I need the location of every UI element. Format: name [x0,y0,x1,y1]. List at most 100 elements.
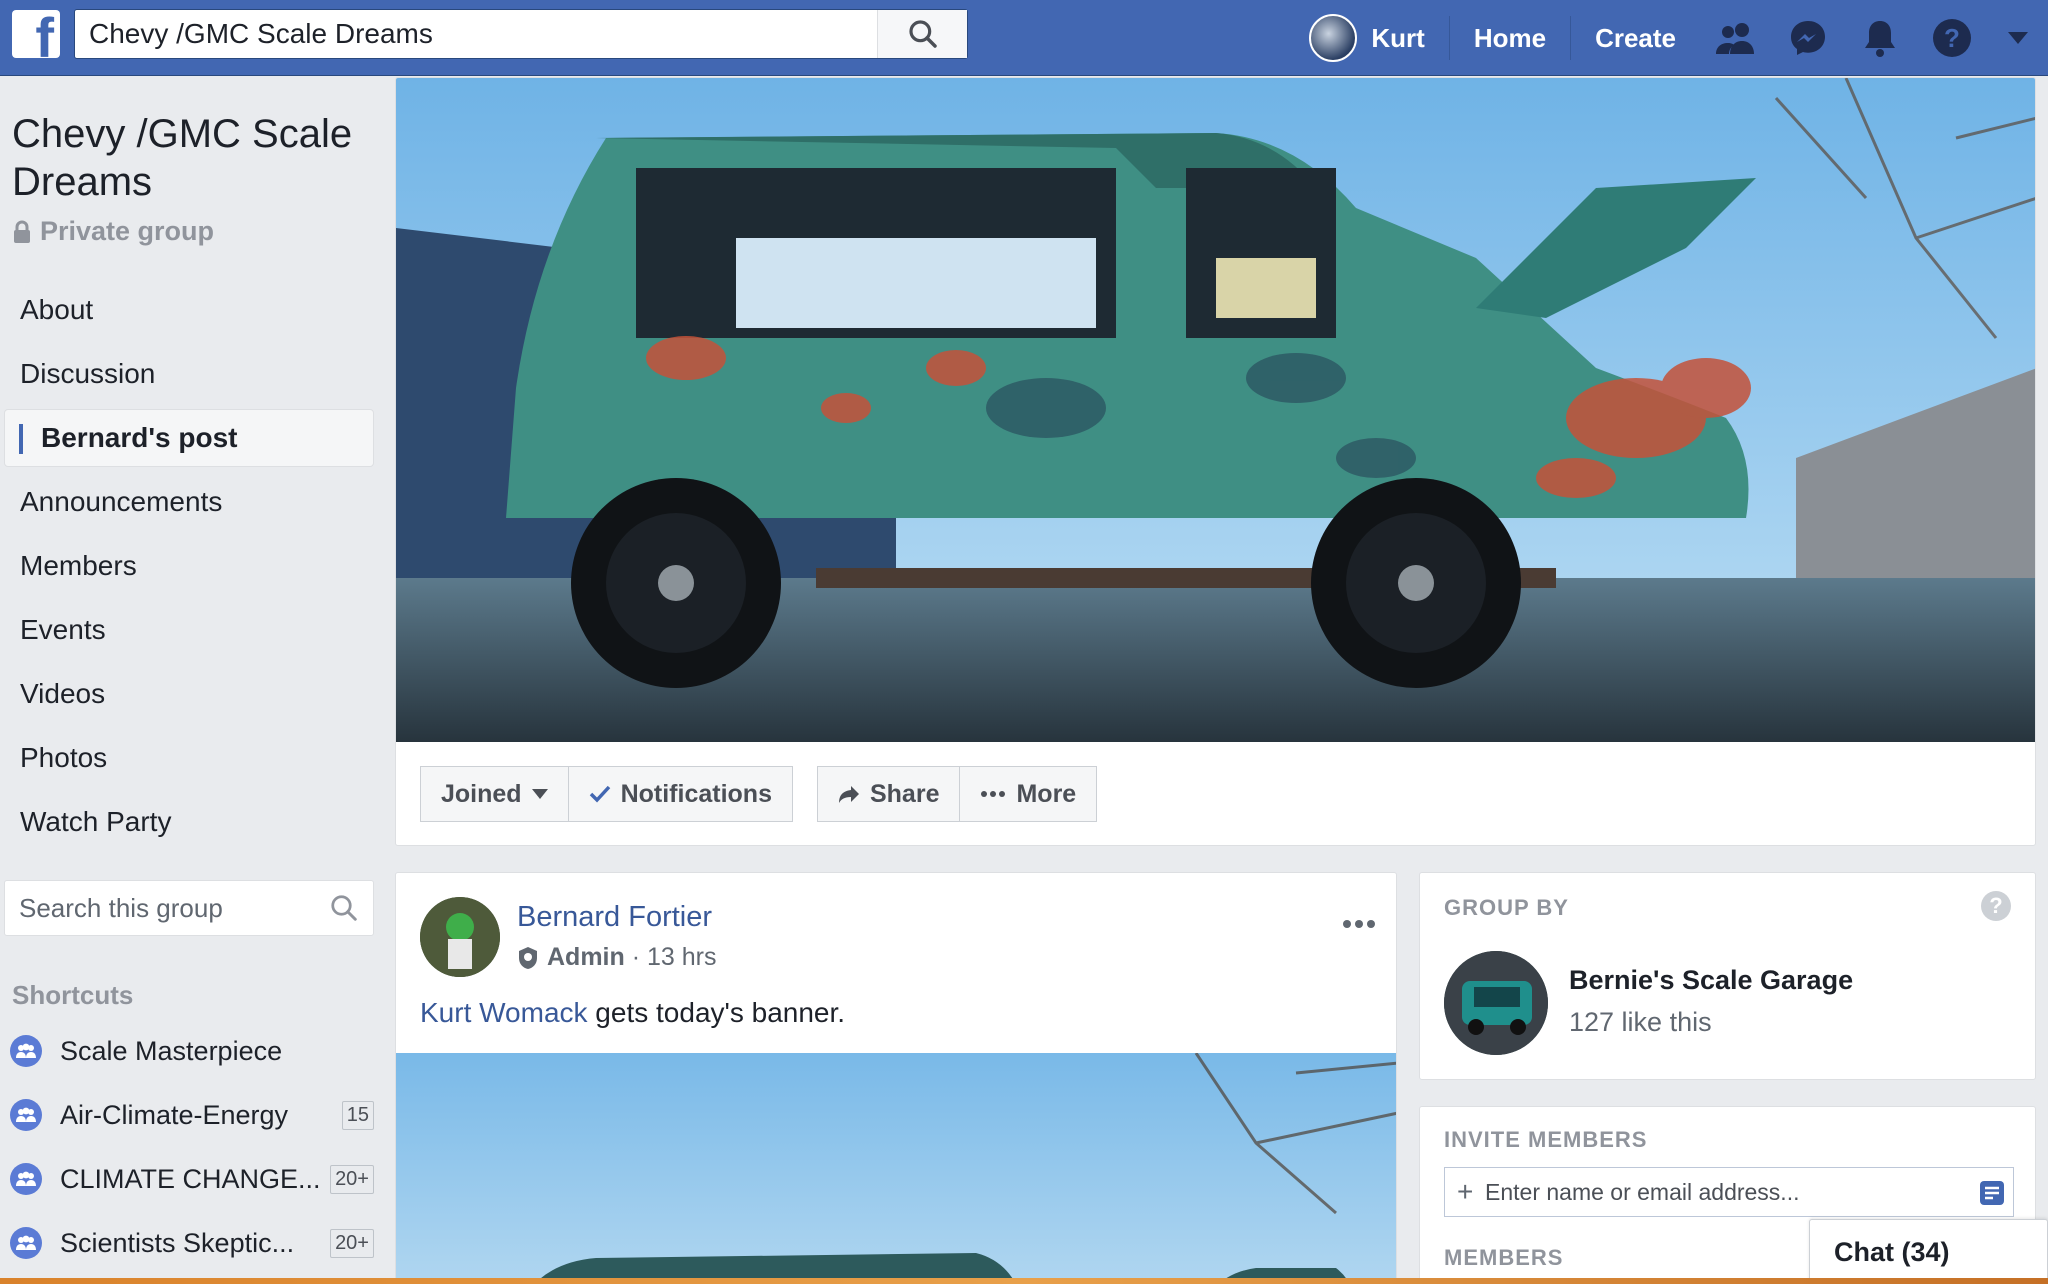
joined-button[interactable]: Joined [420,766,569,822]
share-button[interactable]: Share [816,766,961,822]
user-avatar [1309,14,1358,62]
invite-members-heading: INVITE MEMBERS [1444,1127,1648,1152]
page-likes-count: 127 like this [1569,1007,1712,1037]
group-privacy: Private group [12,216,214,247]
post-meta: Admin · 13 hrs [517,943,716,972]
global-search-box[interactable] [74,9,968,59]
group-actions-bar: Joined Notifications Share More [420,766,1121,822]
shortcut-name: Air-Climate-Energy [60,1099,289,1130]
user-name: Kurt [1371,22,1425,53]
shortcut-item[interactable]: Scientists Skeptic... 20+ [10,1218,374,1268]
cover-photo[interactable] [396,78,2035,742]
check-icon [589,785,610,803]
invite-members-input[interactable] [1485,1168,1965,1216]
shortcut-name: Scientists Skeptic... [60,1227,295,1258]
lock-icon [14,220,30,243]
group-title[interactable]: Chevy /GMC Scale Dreams [12,110,372,206]
share-arrow-icon [838,786,859,803]
create-link[interactable]: Create [1571,16,1700,60]
profile-link[interactable]: Kurt [1299,14,1450,62]
group-icon [10,1035,42,1067]
shortcut-name: CLIMATE CHANGE... [60,1163,321,1194]
sidebar-item-photos[interactable]: Photos [4,729,374,787]
sidebar-item-label: Members [20,550,137,581]
account-menu-button[interactable] [1988,0,2048,76]
sidebar-item-label: Discussion [20,358,156,389]
shortcut-count-badge: 20+ [330,1164,374,1194]
post-card: Bernard Fortier Admin · 13 hrs Kurt Woma… [395,872,1397,1284]
post-timestamp[interactable]: 13 hrs [647,943,716,972]
shortcut-item[interactable]: Air-Climate-Energy 15 [10,1090,374,1140]
sidebar-item-label: Photos [20,742,108,773]
page-avatar[interactable] [1444,951,1548,1055]
shortcut-item[interactable]: Scale Masterpiece [10,1026,374,1076]
joined-label: Joined [441,779,522,808]
members-heading: MEMBERS [1444,1245,1564,1270]
search-button[interactable] [877,10,967,58]
global-search-input[interactable] [75,10,875,58]
sidebar-item-label: About [20,294,94,325]
friend-requests-button[interactable] [1700,0,1772,76]
messenger-icon [1791,21,1825,55]
page-name-link[interactable]: Bernie's Scale Garage [1569,965,1853,996]
sidebar-item-about[interactable]: About [4,281,374,339]
shortcut-name: Scale Masterpiece [60,1035,283,1066]
window-bottom-edge [0,1278,2048,1284]
meta-separator: · [624,943,647,971]
membership-button-group: Joined Notifications [420,766,793,822]
help-icon[interactable]: ? [1981,891,2011,921]
shortcut-item[interactable]: CLIMATE CHANGE... 20+ [10,1154,374,1204]
sidebar-item-label: Announcements [20,486,223,517]
friends-icon [1716,23,1754,54]
post-body-text: gets today's banner. [587,997,846,1028]
top-navigation-bar: f Kurt Home Create ? [0,0,2048,76]
notifications-button[interactable]: Notifications [568,766,793,822]
mentioned-user-link[interactable]: Kurt Womack [420,997,588,1028]
sidebar-item-bernards-post[interactable]: Bernard's post [4,409,374,467]
sidebar-item-events[interactable]: Events [4,601,374,659]
group-search-box[interactable] [4,880,374,936]
chat-tab[interactable]: Chat (34) [1809,1219,2048,1284]
more-button[interactable]: More [960,766,1098,822]
plus-icon: + [1457,1176,1474,1207]
home-link[interactable]: Home [1450,16,1572,60]
quick-help-button[interactable]: ? [1916,0,1988,76]
create-label: Create [1595,22,1676,53]
post-author-role: Admin [547,943,625,971]
group-privacy-label: Private group [40,216,215,246]
admin-badge-icon [519,946,537,969]
messenger-button[interactable] [1772,0,1844,76]
facebook-logo-icon[interactable]: f [12,10,60,58]
note-list-icon[interactable] [1979,1180,2005,1206]
group-search-input[interactable] [5,881,305,935]
top-nav-right: Kurt Home Create ? [1299,0,2048,76]
sidebar-item-watch-party[interactable]: Watch Party [4,793,374,851]
group-icon [10,1099,42,1131]
share-label: Share [869,779,940,808]
sidebar-item-announcements[interactable]: Announcements [4,473,374,531]
cover-photo-truck [396,78,2035,742]
shortcut-count-badge: 15 [341,1100,374,1130]
sidebar-item-label: Bernard's post [41,422,238,453]
more-dots-icon [981,791,1006,797]
post-photo[interactable] [396,1053,1396,1284]
menu-caret-icon [2008,32,2028,44]
sidebar-item-members[interactable]: Members [4,537,374,595]
more-dots-icon [1343,920,1375,928]
group-icon [10,1227,42,1259]
sidebar-item-label: Videos [20,678,106,709]
author-avatar[interactable] [420,897,500,977]
post-author-name[interactable]: Bernard Fortier [517,901,712,934]
search-icon [908,20,937,48]
home-label: Home [1473,22,1547,53]
sidebar-item-videos[interactable]: Videos [4,665,374,723]
chat-label: Chat (34) [1834,1236,1950,1267]
invite-members-field[interactable]: + [1444,1167,2014,1217]
post-options-button[interactable] [1342,903,1376,937]
group-by-heading: GROUP BY [1444,895,1569,920]
sidebar-item-discussion[interactable]: Discussion [4,345,374,403]
search-icon[interactable] [329,893,359,923]
group-icon [10,1163,42,1195]
sidebar-item-label: Events [20,614,106,645]
notifications-button[interactable] [1844,0,1916,76]
